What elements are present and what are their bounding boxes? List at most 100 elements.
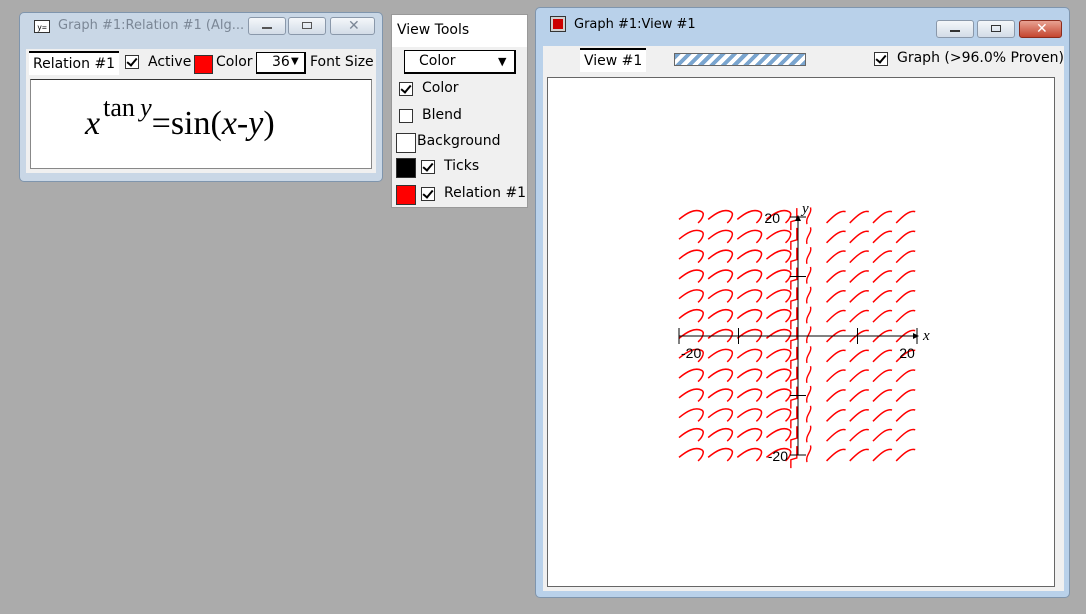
x-axis-arrow xyxy=(913,333,919,339)
maximize-button[interactable] xyxy=(288,17,326,35)
relation-branch xyxy=(790,327,798,350)
equation-panel[interactable]: x tan y=sin(x-y) xyxy=(30,79,372,169)
relation-branch xyxy=(736,269,763,284)
relation-branch xyxy=(790,208,798,231)
relation-label: Relation #1 xyxy=(444,185,527,201)
relation-branch xyxy=(849,289,870,303)
relation-branch xyxy=(678,447,704,462)
maximize-button[interactable] xyxy=(977,20,1015,38)
relation-branch xyxy=(849,210,870,224)
relation-visible-checkbox[interactable] xyxy=(421,187,435,201)
relation-branch xyxy=(678,408,704,422)
relation-branch xyxy=(849,448,870,462)
relation-branch xyxy=(790,406,798,429)
y-tick-label-max: 20 xyxy=(764,210,780,226)
relation-branch xyxy=(736,249,763,264)
relation-branch xyxy=(678,388,704,403)
equation-function: sin xyxy=(170,105,211,142)
blend-checkbox[interactable] xyxy=(399,109,413,123)
mode-select[interactable]: Color ▼ xyxy=(404,50,516,74)
relation-branch xyxy=(826,349,846,363)
minimize-button[interactable] xyxy=(248,17,286,35)
relation-titlebar[interactable]: y= Graph #1:Relation #1 (Alg... ✕ xyxy=(20,13,382,39)
graph-checkbox[interactable] xyxy=(874,52,888,66)
mode-select-value: Color xyxy=(419,53,456,69)
equation-arg2: y xyxy=(248,105,264,142)
relation-branch xyxy=(849,369,870,383)
plot-area[interactable]: -20 20 20 -20 x y xyxy=(547,77,1055,587)
relation-tab[interactable]: Relation #1 xyxy=(29,51,120,75)
equation: x tan y=sin(x-y) xyxy=(85,90,275,142)
background-color-swatch[interactable] xyxy=(396,133,416,153)
relation-color-swatch-tools[interactable] xyxy=(396,185,416,205)
relation-color-swatch[interactable] xyxy=(194,55,213,74)
relation-branch xyxy=(790,307,798,330)
relation-branch xyxy=(805,286,812,304)
relation-branch xyxy=(765,249,792,264)
equation-exponent: tan y xyxy=(103,93,152,122)
view-tools-header: View Tools xyxy=(392,15,527,47)
relation-branch xyxy=(849,270,870,283)
font-size-label: Font Size xyxy=(310,54,374,70)
relation-branch xyxy=(765,289,792,303)
graph-titlebar[interactable]: Graph #1:View #1 ✕ xyxy=(536,8,1069,38)
close-button[interactable]: ✕ xyxy=(1019,20,1062,38)
relation-branch xyxy=(805,346,812,364)
y-tick-label-min: -20 xyxy=(768,448,788,464)
relation-branch xyxy=(872,250,893,264)
relation-branch xyxy=(895,230,916,244)
relation-branch xyxy=(805,385,812,403)
relation-branch xyxy=(790,386,798,409)
relation-branch xyxy=(826,389,846,402)
font-size-value: 36 xyxy=(272,54,290,70)
relation-branch xyxy=(826,309,846,323)
relation-branch xyxy=(707,249,734,264)
view-tab[interactable]: View #1 xyxy=(580,48,647,72)
relation-branch xyxy=(849,408,870,422)
relation-branch xyxy=(736,209,763,224)
relation-branch xyxy=(678,289,704,303)
chevron-down-icon: ▼ xyxy=(498,55,507,68)
x-axis-label: x xyxy=(922,328,930,344)
y-axis-label: y xyxy=(800,201,809,217)
relation-branch xyxy=(805,425,812,443)
relation-branch xyxy=(707,289,734,303)
ticks-color-swatch[interactable] xyxy=(396,158,416,178)
graph-plot: -20 20 20 -20 x y xyxy=(678,201,930,469)
relation-branch xyxy=(872,289,893,303)
relation-branch xyxy=(765,408,792,422)
active-checkbox[interactable] xyxy=(125,55,139,69)
relation-branch xyxy=(895,210,916,224)
relation-branch xyxy=(849,428,870,442)
font-size-select[interactable]: 36 ▼ xyxy=(256,52,306,74)
relation-branch xyxy=(805,246,812,264)
relation-branch xyxy=(707,408,734,422)
relation-branch xyxy=(826,448,846,462)
relation-branch xyxy=(678,249,704,264)
relation-branch xyxy=(765,269,792,284)
y-axis-arrow xyxy=(795,215,801,221)
relation-branch xyxy=(805,306,812,324)
relation-branch xyxy=(826,428,846,442)
close-button[interactable]: ✕ xyxy=(330,17,375,35)
equation-equals: = xyxy=(151,105,171,142)
relation-branch xyxy=(707,308,734,323)
relation-branch xyxy=(790,366,798,389)
ticks-checkbox[interactable] xyxy=(421,160,435,174)
blend-option-label: Blend xyxy=(422,107,462,123)
relation-branch xyxy=(707,229,734,244)
relation-branch xyxy=(895,270,916,283)
relation-branch xyxy=(805,405,812,423)
equation-base: x xyxy=(85,105,101,142)
minimize-button[interactable] xyxy=(936,20,974,38)
relation-branch xyxy=(765,348,792,363)
relation-branch xyxy=(805,365,812,383)
equation-arg1: x xyxy=(221,105,237,142)
close-icon: ✕ xyxy=(1036,21,1048,37)
relation-branch xyxy=(849,349,870,363)
relation-branch xyxy=(736,427,763,442)
relation-branch xyxy=(872,349,893,363)
relation-branch xyxy=(736,368,763,383)
color-checkbox[interactable] xyxy=(399,82,413,96)
relation-branch xyxy=(895,289,916,303)
